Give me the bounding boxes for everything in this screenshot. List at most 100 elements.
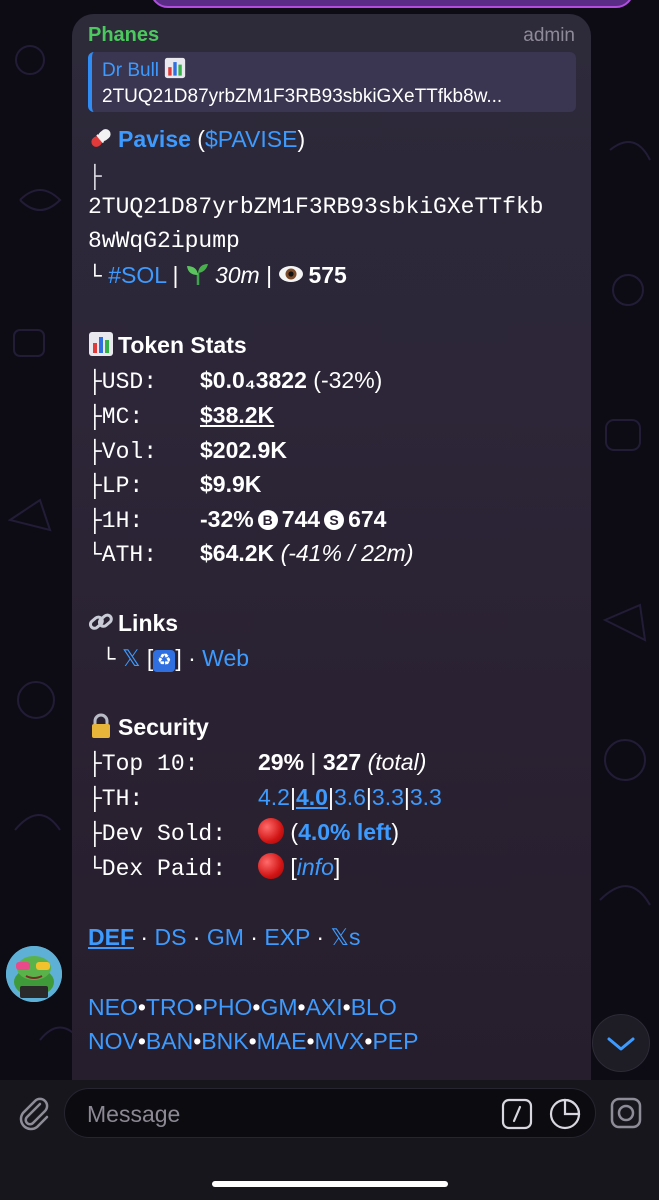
- stat-label: ├USD:: [88, 369, 158, 395]
- bot-link[interactable]: NEO: [88, 994, 138, 1020]
- bot-link[interactable]: PHO: [203, 994, 253, 1020]
- stat-usd: ├USD: $0.0₄3822 (-32%): [88, 365, 382, 397]
- contract-address-line1[interactable]: 2TUQ21D87yrbZM1F3RB93sbkiGXeTTfkb: [88, 192, 543, 222]
- recycle-icon[interactable]: ♻: [153, 650, 176, 672]
- stat-label: ├Dev Sold:: [88, 821, 227, 847]
- holder-count: 327: [322, 749, 362, 775]
- bot-link[interactable]: MAE: [257, 1028, 307, 1054]
- frog-avatar-image: [6, 946, 62, 1002]
- reply-quote[interactable]: Dr Bull 2TUQ21D87yrbZM1F3RB93sbkiGXeTTfk…: [88, 52, 576, 112]
- dex-info-link[interactable]: info: [297, 854, 334, 880]
- holder-note: (total): [367, 749, 427, 775]
- stat-value: $202.9K: [200, 437, 287, 463]
- xs-link[interactable]: 𝕏s: [330, 924, 360, 950]
- seedling-icon: [186, 264, 208, 285]
- stat-change: (-32%): [313, 367, 383, 393]
- th-link[interactable]: 3.3: [410, 784, 442, 810]
- market-cap-link[interactable]: $38.2K: [200, 402, 274, 428]
- th-link[interactable]: 4.0: [296, 784, 328, 810]
- sell-count: 674: [348, 506, 387, 532]
- token-stats-heading: Token Stats: [88, 330, 247, 360]
- buys-icon: B: [257, 510, 278, 530]
- gm-link[interactable]: GM: [207, 924, 244, 950]
- bot-links-row1: NEO•TRO•PHO•GM•AXI•BLO: [88, 994, 397, 1020]
- security-top10: ├Top 10: 29% | 327 (total): [88, 749, 427, 777]
- stat-label: ├TH:: [88, 786, 144, 812]
- stat-value: $64.2K: [200, 540, 275, 566]
- bot-link[interactable]: MVX: [315, 1028, 365, 1054]
- paperclip-icon[interactable]: [14, 1092, 54, 1132]
- th-link[interactable]: 3.3: [372, 784, 404, 810]
- stat-label: ├MC:: [88, 404, 144, 430]
- tree-end: └: [88, 647, 116, 673]
- bar-chart-icon: [89, 332, 113, 356]
- link-icon: [88, 613, 113, 630]
- bot-link[interactable]: BNK: [201, 1028, 248, 1054]
- bot-link[interactable]: PEP: [372, 1028, 418, 1054]
- sticker-icon[interactable]: [548, 1097, 582, 1131]
- stat-1h: ├1H: -32% B 744 S 674: [88, 504, 386, 536]
- token-name-link[interactable]: Pavise: [118, 126, 191, 152]
- th-link[interactable]: 3.6: [334, 784, 366, 810]
- security-dex-paid: └Dex Paid: [info]: [88, 853, 341, 882]
- security-heading: Security: [88, 712, 209, 742]
- stat-value: $9.9K: [200, 471, 262, 497]
- x-link[interactable]: 𝕏: [122, 645, 141, 671]
- tree-branch: ├: [88, 164, 102, 190]
- eye-icon: [279, 266, 304, 282]
- th-link[interactable]: 4.2: [258, 784, 290, 810]
- stat-label: ├1H:: [88, 508, 144, 534]
- pill-icon: [91, 129, 111, 147]
- ath-detail: (-41% / 22m): [280, 540, 414, 566]
- red-circle-icon: [258, 853, 284, 879]
- dev-left-link[interactable]: 4.0% left: [298, 819, 391, 845]
- sender-role: admin: [523, 25, 575, 46]
- stat-label: ├LP:: [88, 473, 144, 499]
- stat-lp: ├LP: $9.9K: [88, 469, 261, 501]
- token-ticker-link[interactable]: $PAVISE: [205, 126, 297, 152]
- stat-value: $0.0₄3822: [200, 367, 307, 393]
- stat-label: └ATH:: [88, 542, 158, 568]
- chain-hashtag[interactable]: #SOL: [108, 262, 166, 288]
- camera-icon[interactable]: [608, 1095, 644, 1131]
- lock-icon: [92, 713, 110, 738]
- bot-link[interactable]: BAN: [146, 1028, 193, 1054]
- scroll-to-bottom-button[interactable]: [592, 1014, 650, 1072]
- bot-link[interactable]: BLO: [351, 994, 397, 1020]
- links-row: └ 𝕏 [♻] · Web: [88, 645, 250, 673]
- token-age: 30m: [214, 262, 260, 288]
- stat-vol: ├Vol: $202.9K: [88, 435, 287, 467]
- bot-link[interactable]: GM: [260, 994, 297, 1020]
- bot-command-icon[interactable]: [500, 1097, 534, 1131]
- sender-avatar[interactable]: [6, 946, 62, 1002]
- reply-text: 2TUQ21D87yrbZM1F3RB93sbkiGXeTTfkb8w...: [102, 86, 503, 107]
- token-title: Pavise ($PAVISE): [88, 124, 305, 154]
- sells-icon: S: [324, 510, 345, 530]
- links-heading: Links: [88, 608, 178, 638]
- tree-end: └: [88, 264, 102, 290]
- contract-address-line2[interactable]: 8wWqG2ipump: [88, 226, 240, 256]
- stat-label: ├Vol:: [88, 439, 158, 465]
- bot-link[interactable]: NOV: [88, 1028, 138, 1054]
- message-input[interactable]: [85, 1099, 479, 1129]
- action-links-row: DEF · DS · GM · EXP · 𝕏s: [88, 924, 361, 950]
- home-indicator: [212, 1181, 448, 1187]
- ds-link[interactable]: DS: [154, 924, 186, 950]
- stat-mc: ├MC: $38.2K: [88, 400, 274, 432]
- bot-link[interactable]: TRO: [146, 994, 195, 1020]
- token-meta-row: └ #SOL | 30m | 575: [88, 262, 347, 290]
- bot-links-row2: NOV•BAN•BNK•MAE•MVX•PEP: [88, 1028, 419, 1054]
- red-circle-icon: [258, 818, 284, 844]
- web-link[interactable]: Web: [202, 645, 249, 671]
- def-link[interactable]: DEF: [88, 924, 134, 950]
- reply-author: Dr Bull: [102, 57, 566, 84]
- bot-link[interactable]: AXI: [306, 994, 343, 1020]
- exp-link[interactable]: EXP: [264, 924, 310, 950]
- top10-value: 29%: [258, 749, 305, 775]
- bar-chart-icon: [165, 57, 186, 79]
- chevron-down-icon: [607, 1037, 635, 1051]
- previous-message-edge: [150, 0, 634, 8]
- sender-name[interactable]: Phanes: [88, 24, 159, 47]
- stat-label: └Dex Paid:: [88, 856, 227, 882]
- security-th: ├TH: 4.2|4.0|3.6|3.3|3.3: [88, 784, 442, 812]
